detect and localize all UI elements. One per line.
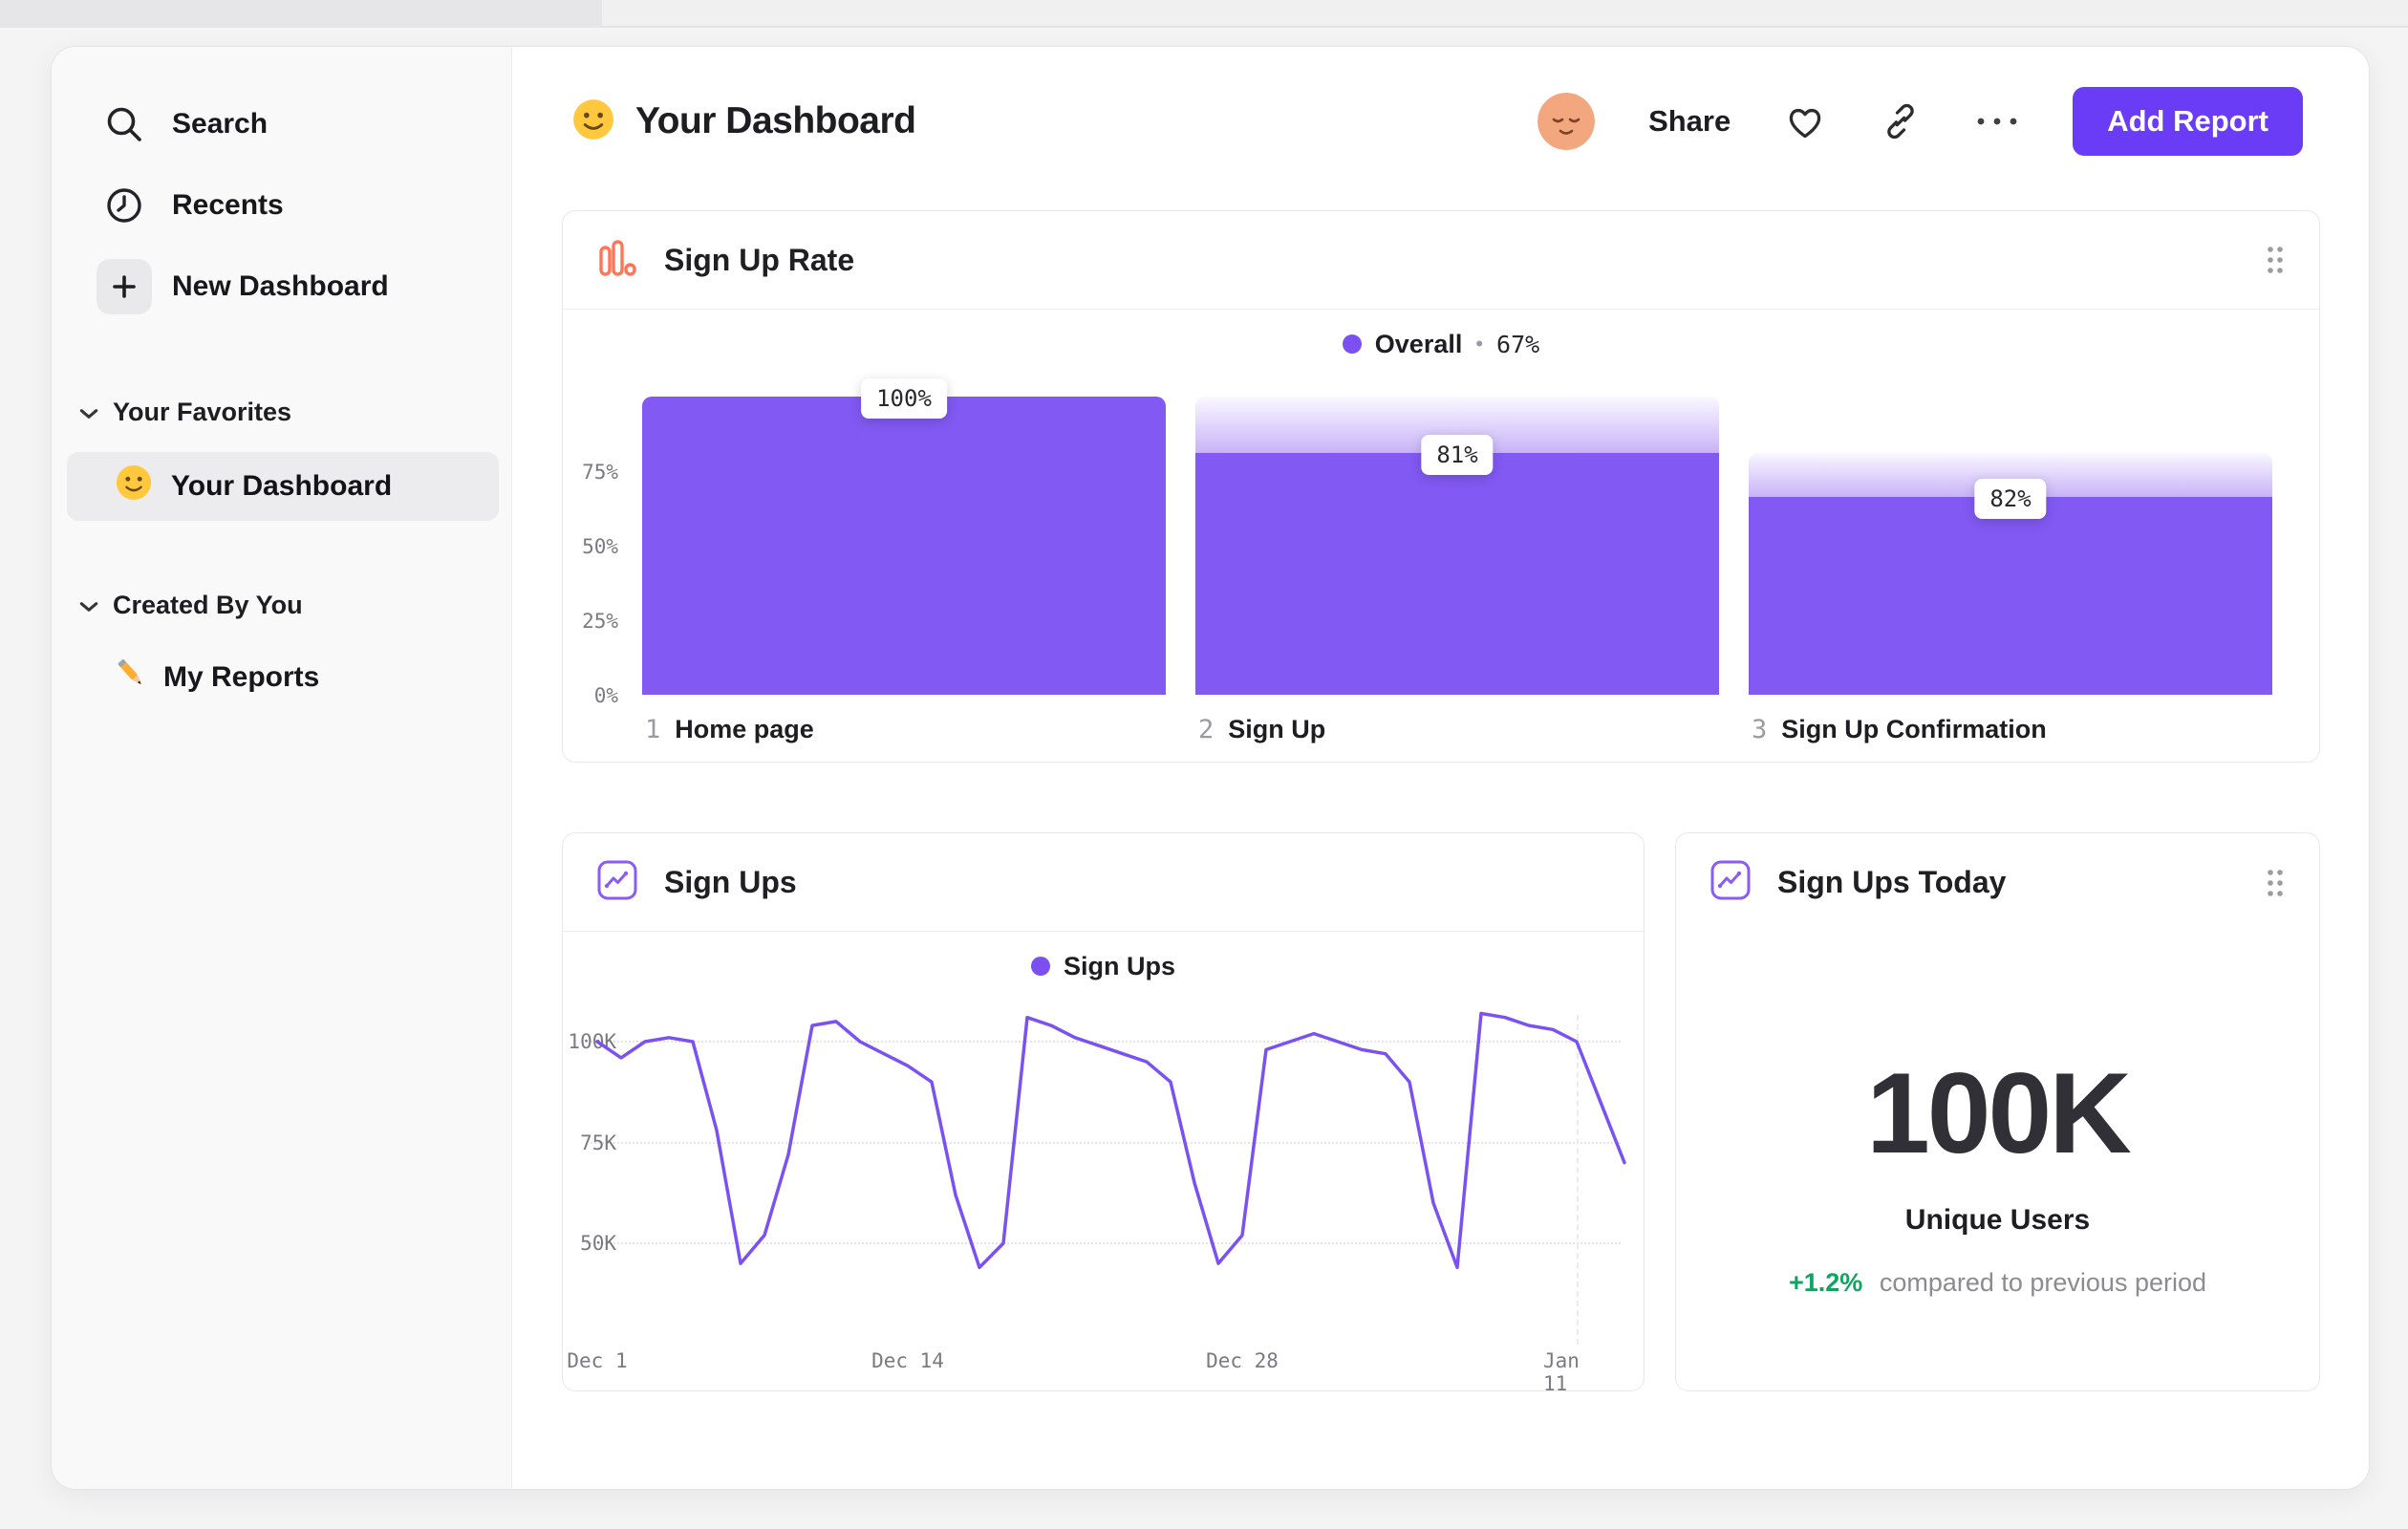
header-actions: Share Add Report <box>1537 85 2303 158</box>
sidebar-item-label: Recents <box>172 189 284 221</box>
legend-name: Overall <box>1374 329 1463 358</box>
share-button[interactable]: Share <box>1648 104 1731 139</box>
step-index: 2 <box>1198 715 1215 744</box>
step-index: 1 <box>645 715 661 744</box>
favorite-heart-icon[interactable] <box>1784 100 1826 142</box>
funnel-bar-fill <box>1749 496 2272 695</box>
card-title: Sign Up Rate <box>664 242 855 277</box>
funnel-report-icon <box>595 236 639 285</box>
sidebar-section-your-favorites[interactable]: Your Favorites <box>52 385 511 439</box>
sidebar-item-search[interactable]: Search <box>52 90 511 159</box>
step-index: 3 <box>1752 715 1768 744</box>
sidebar-item-new-dashboard[interactable]: New Dashboard <box>52 252 511 321</box>
sign-ups-line-chart[interactable] <box>563 833 1645 1392</box>
drag-handle-icon[interactable] <box>2264 867 2287 899</box>
insights-report-icon <box>1709 858 1752 907</box>
x-axis-tick: Dec 1 <box>567 1349 628 1372</box>
sidebar-item-my-reports[interactable]: My Reports <box>52 643 511 712</box>
delta-comparison-text: compared to previous period <box>1879 1268 2207 1297</box>
card-sign-ups: Sign Ups Sign Ups 100K 75K 50K Dec 1 Dec… <box>562 832 1645 1395</box>
legend-value: 67% <box>1496 330 1540 358</box>
step-name: Home page <box>675 715 814 743</box>
x-axis-tick: Dec 28 <box>1206 1349 1279 1372</box>
y-axis-tick: 0% <box>593 684 618 707</box>
card-header: Sign Ups Today <box>1676 833 2319 932</box>
conversion-badge: 81% <box>1421 435 1494 476</box>
avatar[interactable] <box>1537 93 1596 150</box>
sidebar-section-created-by-you[interactable]: Created By You <box>52 578 511 632</box>
chevron-down-icon <box>78 591 99 620</box>
smiley-emoji-icon <box>572 98 614 145</box>
delta-value: +1.2% <box>1788 1268 1863 1297</box>
funnel-step-label: 2 Sign Up <box>1198 715 1325 744</box>
funnel-bar-fill <box>642 397 1166 695</box>
x-axis-tick: Dec 14 <box>871 1349 944 1372</box>
funnel-bar-home-page[interactable] <box>642 397 1166 695</box>
metric-label: Unique Users <box>1904 1204 2091 1236</box>
window-chrome-strip <box>0 0 2408 28</box>
funnel-step-label: 3 Sign Up Confirmation <box>1752 715 2047 744</box>
app-window: Search Recents New Dashboard Your Favori… <box>51 46 2370 1490</box>
page-title: Your Dashboard <box>635 100 916 141</box>
conversion-badge: 82% <box>1974 478 2047 519</box>
card-header: Sign Up Rate <box>563 211 2319 310</box>
sidebar-item-your-dashboard[interactable]: Your Dashboard <box>67 452 499 521</box>
sidebar-item-recents[interactable]: Recents <box>52 171 511 240</box>
sidebar-item-label: New Dashboard <box>172 270 389 302</box>
sidebar-item-label: Your Dashboard <box>171 470 393 502</box>
y-axis-tick: 50% <box>582 535 618 558</box>
chevron-down-icon <box>78 398 99 427</box>
metric-value: 100K <box>1866 1049 2132 1177</box>
sidebar-item-label: Search <box>172 108 269 140</box>
y-axis-tick: 25% <box>582 610 618 633</box>
drag-handle-icon[interactable] <box>2264 244 2287 276</box>
sidebar-item-label: My Reports <box>163 661 320 693</box>
page-header: Your Dashboard <box>572 85 916 158</box>
metric-delta: +1.2% compared to previous period <box>1676 1268 2319 1298</box>
card-sign-ups-today: Sign Ups Today 100K Unique Users +1.2% c… <box>1675 832 2320 1391</box>
pencil-emoji-icon <box>112 655 150 700</box>
conversion-badge: 100% <box>861 378 947 419</box>
legend-separator: • <box>1475 332 1484 355</box>
legend-dot <box>1342 334 1362 354</box>
window-chrome-tab <box>0 0 602 28</box>
section-label: Your Favorites <box>113 397 292 426</box>
funnel-step-label: 1 Home page <box>645 715 814 744</box>
funnel-legend: Overall • 67% <box>563 324 2319 364</box>
more-options-icon[interactable] <box>1975 116 2019 127</box>
card-sign-up-rate: Sign Up Rate Overall • 67% 75% 50% 25% 0… <box>562 210 2320 763</box>
x-axis-tick: Jan 11 <box>1543 1349 1580 1395</box>
step-name: Sign Up Confirmation <box>1781 715 2047 743</box>
plus-icon <box>97 259 152 314</box>
smiley-emoji-icon <box>116 464 152 508</box>
y-axis-tick: 75% <box>582 461 618 484</box>
sign-ups-series-line <box>595 1011 1626 1270</box>
clock-icon <box>103 184 145 226</box>
copy-link-icon[interactable] <box>1880 100 1922 142</box>
step-name: Sign Up <box>1228 715 1326 743</box>
search-icon <box>103 103 145 145</box>
add-report-button[interactable]: Add Report <box>2073 87 2303 156</box>
sidebar: Search Recents New Dashboard Your Favori… <box>52 47 512 1489</box>
section-label: Created By You <box>113 590 303 619</box>
card-title: Sign Ups Today <box>1777 865 2007 899</box>
funnel-bar-fill <box>1195 453 1719 695</box>
